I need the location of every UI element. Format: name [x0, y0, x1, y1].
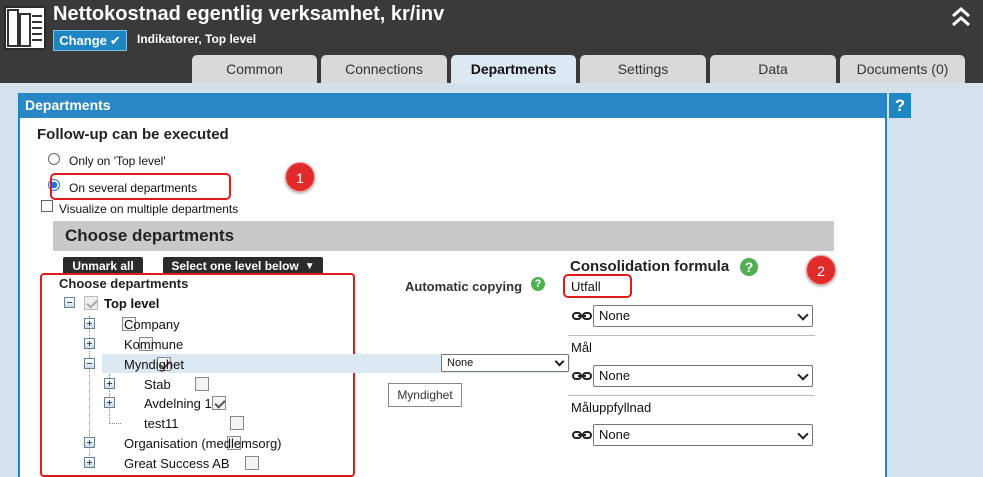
tree-expand-toggle-icon[interactable] — [104, 397, 115, 408]
tree-collapse-toggle-icon[interactable] — [64, 297, 75, 308]
visualize-label: Visualize on multiple departments — [59, 202, 239, 216]
tree-label-kommune: Kommune — [124, 337, 184, 352]
caret-down-icon: ▼ — [304, 260, 315, 272]
chevron-down-icon — [554, 356, 565, 367]
tree-label-avdelning-1: Avdelning 1 — [144, 396, 212, 411]
myndighet-tooltip: Myndighet — [388, 383, 462, 407]
panel-title: Departments — [20, 93, 885, 118]
tree-label-organisation: Organisation (medlemsorg) — [124, 436, 282, 451]
copying-select-value: None — [447, 357, 474, 369]
consolidation-select-maluppfyllnad[interactable]: None — [593, 424, 813, 446]
annotation-badge-2: 2 — [806, 255, 836, 285]
consolidation-select-value: None — [599, 427, 631, 442]
choose-departments-bar: Choose departments — [53, 221, 834, 251]
top-header: Nettokostnad egentlig verksamhet, kr/inv… — [0, 0, 983, 83]
tree-label-myndighet: Myndighet — [124, 357, 184, 372]
chevron-down-icon — [797, 369, 809, 381]
page-subtitle: Indikatorer, Top level — [137, 32, 257, 46]
tree-expand-toggle-icon[interactable] — [104, 378, 115, 389]
tab-connections[interactable]: Connections — [321, 55, 447, 83]
tree-expand-toggle-icon[interactable] — [84, 437, 95, 448]
tab-common[interactable]: Common — [192, 55, 317, 83]
link-chain-icon — [572, 431, 592, 439]
tab-settings[interactable]: Settings — [580, 55, 706, 83]
followup-heading: Follow-up can be executed — [37, 126, 229, 143]
checkmark-icon: ✔ — [109, 32, 121, 48]
consolidation-help-icon[interactable]: ? — [740, 258, 758, 276]
annotation-box-1 — [50, 173, 231, 200]
tree-collapse-toggle-icon[interactable] — [84, 358, 95, 369]
tab-departments[interactable]: Departments — [451, 55, 576, 83]
tree-expand-toggle-icon[interactable] — [84, 338, 95, 349]
change-button[interactable]: Change ✔ — [53, 30, 127, 51]
chevron-down-icon — [797, 309, 809, 321]
link-chain-icon — [572, 312, 592, 320]
change-button-label: Change — [59, 33, 107, 48]
tree-checkbox-avdelning-1[interactable] — [212, 396, 227, 410]
radio-top-level-option[interactable] — [48, 153, 60, 168]
tree-expand-toggle-icon[interactable] — [84, 457, 95, 468]
consolidation-select-mal[interactable]: None — [593, 365, 813, 387]
tree-checkbox-test11[interactable] — [229, 416, 244, 430]
consolidation-row-label-mal: Mål — [571, 340, 592, 355]
radio-top-level[interactable] — [48, 153, 60, 165]
tree-checkbox-great-success[interactable] — [245, 456, 259, 470]
consolidation-select-utfall[interactable]: None — [593, 305, 813, 327]
annotation-box-2 — [563, 274, 632, 298]
collapse-chevron-up-icon[interactable] — [950, 6, 972, 28]
radio-top-level-label: Only on 'Top level' — [69, 154, 166, 168]
tree-checkbox-top-level[interactable] — [84, 296, 98, 310]
tab-documents[interactable]: Documents (0) — [840, 55, 965, 83]
automatic-copying-label: Automatic copying — [405, 279, 523, 294]
select-level-label: Select one level below — [171, 259, 299, 273]
copying-select[interactable]: None — [441, 354, 569, 372]
tree-label-great-success: Great Success AB — [124, 456, 230, 471]
page-title: Nettokostnad egentlig verksamhet, kr/inv — [53, 3, 445, 25]
tree-label-company: Company — [124, 317, 180, 332]
consolidation-select-value: None — [599, 308, 631, 323]
indicator-logo-icon — [4, 6, 46, 50]
consolidation-row-label-maluppfyllnad: Måluppfyllnad — [571, 400, 652, 415]
tree-label-top-level: Top level — [104, 296, 160, 311]
copying-help-icon[interactable]: ? — [531, 277, 545, 291]
help-button[interactable]: ? — [889, 93, 911, 118]
chevron-down-icon — [797, 428, 809, 440]
annotation-badge-1: 1 — [285, 162, 315, 192]
consolidation-title: Consolidation formula — [570, 258, 730, 275]
tab-data[interactable]: Data — [710, 55, 836, 83]
tree-label-stab: Stab — [144, 377, 171, 392]
tree-checkbox-stab[interactable] — [194, 377, 209, 391]
consolidation-select-value: None — [599, 368, 631, 383]
tree-label-test11: test11 — [144, 416, 179, 431]
link-chain-icon — [572, 372, 592, 380]
visualize-checkbox[interactable] — [41, 200, 53, 215]
tree-expand-toggle-icon[interactable] — [84, 318, 95, 329]
